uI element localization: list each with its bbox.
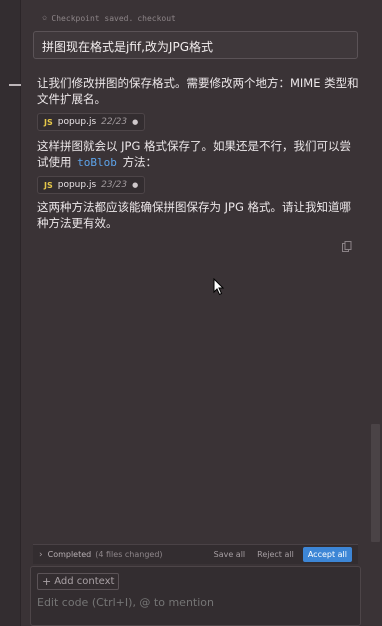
completed-bar: › Completed (4 files changed) Save all R… [33, 544, 358, 564]
file-name: popup.js [57, 117, 97, 127]
assistant-paragraph: 这样拼图就会以 JPG 格式保存了。如果还是不行，我们可以尝试使用 toBlob… [37, 138, 362, 171]
status-dot-icon: ● [132, 118, 139, 126]
checkpoint-text: Checkpoint saved. [51, 13, 134, 23]
inline-code: toBlob [77, 156, 117, 169]
js-file-icon: JS [44, 180, 53, 190]
composer: + Add context [30, 566, 361, 626]
user-message[interactable]: 拼图现在格式是jfif,改为JPG格式 [33, 31, 358, 59]
change-count: 23/23 [101, 180, 128, 190]
files-changed-count: (4 files changed) [95, 550, 163, 559]
composer-input[interactable] [37, 596, 337, 609]
status-dot-icon: ● [132, 181, 139, 189]
checkout-link[interactable]: checkout [137, 14, 176, 23]
copy-icon[interactable] [342, 241, 352, 252]
editor-gutter [0, 0, 21, 626]
save-all-button[interactable]: Save all [214, 550, 246, 559]
file-chip[interactable]: JS popup.js 22/23 ● [37, 113, 146, 131]
completed-label: Completed [47, 550, 92, 559]
gutter-marker [9, 84, 21, 86]
chevron-right-icon[interactable]: › [39, 550, 43, 560]
change-count: 22/23 [101, 117, 128, 127]
chat-scrollbar[interactable] [369, 0, 382, 626]
file-name: popup.js [57, 180, 97, 190]
accept-all-button[interactable]: Accept all [302, 547, 352, 562]
assistant-paragraph: 这两种方法都应该能确保拼图保存为 JPG 格式。请让我知道哪种方法更有效。 [37, 200, 352, 230]
js-file-icon: JS [44, 117, 53, 127]
assistant-paragraph: 让我们修改拼图的保存格式。需要修改两个地方：MIME 类型和文件扩展名。 [37, 76, 359, 106]
reject-all-button[interactable]: Reject all [257, 550, 294, 559]
add-context-label: Add context [54, 576, 115, 587]
add-context-button[interactable]: + Add context [37, 573, 120, 590]
mouse-cursor-icon [213, 278, 225, 296]
plus-icon: + [42, 575, 52, 588]
scrollbar-thumb[interactable] [371, 424, 380, 542]
pin-icon: ✩ [42, 13, 48, 23]
checkpoint-notice: ✩ Checkpoint saved. checkout [42, 13, 176, 23]
file-chip[interactable]: JS popup.js 23/23 ● [37, 176, 146, 194]
paragraph-text: 方法： [122, 155, 158, 169]
